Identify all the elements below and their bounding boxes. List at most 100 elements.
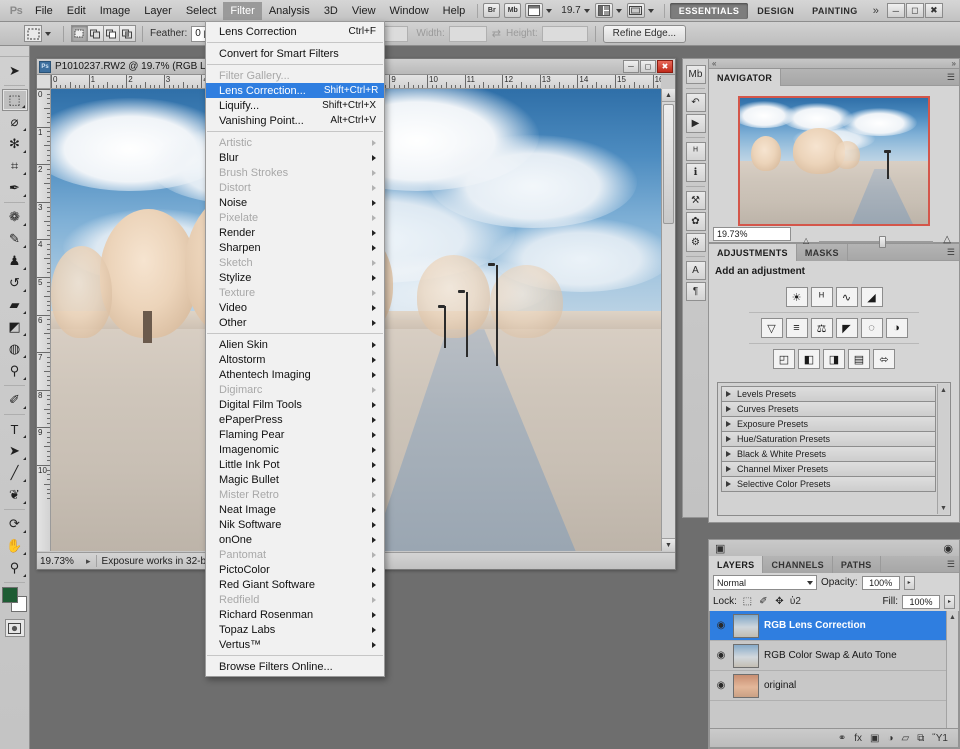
vibrance-icon[interactable]: ▽: [761, 318, 783, 338]
filter-menu-item-vertus[interactable]: Vertus™: [206, 637, 384, 652]
zoom-tool[interactable]: ⚲: [2, 557, 28, 579]
document-maximize-button[interactable]: ◻: [640, 60, 656, 73]
menu-analysis[interactable]: Analysis: [262, 2, 317, 20]
lock-image-pixels-icon[interactable]: ✐: [757, 595, 770, 608]
gradient-map-icon[interactable]: ▤: [848, 349, 870, 369]
link-layers-icon[interactable]: ⚭: [838, 733, 846, 744]
status-zoom-value[interactable]: 19.73%: [40, 556, 86, 567]
eraser-tool[interactable]: ▰: [2, 294, 28, 316]
vertical-ruler[interactable]: 012345678910: [37, 89, 51, 551]
pen-tool[interactable]: ✐: [2, 389, 28, 411]
filter-menu-item-epaperpress[interactable]: ePaperPress: [206, 412, 384, 427]
curves-icon[interactable]: ∿: [836, 287, 858, 307]
tab-channels[interactable]: CHANNELS: [763, 556, 832, 573]
disclosure-triangle-icon[interactable]: [726, 436, 731, 442]
filter-menu-item-sharpen[interactable]: Sharpen: [206, 240, 384, 255]
filter-menu-item-stylize[interactable]: Stylize: [206, 270, 384, 285]
menu-select[interactable]: Select: [179, 2, 224, 20]
filter-menu-item-blur[interactable]: Blur: [206, 150, 384, 165]
workspace-essentials[interactable]: ESSENTIALS: [670, 3, 749, 19]
path-selection-tool[interactable]: ➤: [2, 440, 28, 462]
arrange-caret-icon[interactable]: [616, 9, 622, 13]
move-tool[interactable]: ➤: [2, 60, 28, 82]
layer-thumbnail[interactable]: [733, 674, 759, 698]
layers-scroll-up[interactable]: ▲: [947, 611, 958, 623]
actions-icon[interactable]: ▶: [686, 114, 706, 133]
disclosure-triangle-icon[interactable]: [726, 451, 731, 457]
filter-menu-item-neat-image[interactable]: Neat Image: [206, 502, 384, 517]
quick-mask-button[interactable]: [5, 619, 25, 637]
presets-scroll-up[interactable]: ▲: [938, 384, 949, 396]
threshold-icon[interactable]: ◨: [823, 349, 845, 369]
blend-mode-chevron-down-icon[interactable]: [807, 581, 813, 585]
navigator-slider-thumb[interactable]: [879, 236, 886, 248]
filter-menu-item-onone[interactable]: onOne: [206, 532, 384, 547]
dock-collapse-left-icon[interactable]: «: [712, 59, 716, 68]
lock-position-icon[interactable]: ✥: [773, 595, 786, 608]
layer-row[interactable]: ◉original: [710, 671, 958, 701]
layer-visibility-eye-icon[interactable]: ◉: [714, 679, 728, 693]
posterize-icon[interactable]: ◧: [798, 349, 820, 369]
history-brush-tool[interactable]: ↺: [2, 272, 28, 294]
crop-tool[interactable]: ⌗: [2, 155, 28, 177]
filter-menu-item-pictocolor[interactable]: PictoColor: [206, 562, 384, 577]
ruler-corner[interactable]: [37, 75, 51, 89]
minimize-button[interactable]: ─: [887, 3, 905, 18]
gradient-tool[interactable]: ◩: [2, 316, 28, 338]
menu-file[interactable]: File: [28, 2, 60, 20]
scroll-up-arrow[interactable]: ▲: [662, 89, 675, 102]
filter-menu-item-imagenomic[interactable]: Imagenomic: [206, 442, 384, 457]
hue-saturation-icon[interactable]: ≡: [786, 318, 808, 338]
preset-row-black-white-presets[interactable]: Black & White Presets: [721, 446, 936, 462]
filter-menu-item-magic-bullet[interactable]: Magic Bullet: [206, 472, 384, 487]
dodge-tool[interactable]: ⚲: [2, 360, 28, 382]
layer-visibility-eye-icon[interactable]: ◉: [714, 649, 728, 663]
styles-icon[interactable]: ⚙: [686, 233, 706, 252]
menu-view[interactable]: View: [345, 2, 383, 20]
current-tool-icon[interactable]: [24, 25, 42, 42]
brightness-contrast-icon[interactable]: ☀: [786, 287, 808, 307]
layer-thumbnail[interactable]: [733, 614, 759, 638]
clone-stamp-tool[interactable]: ♟: [2, 250, 28, 272]
preset-row-levels-presets[interactable]: Levels Presets: [721, 386, 936, 402]
filter-menu-item-other[interactable]: Other: [206, 315, 384, 330]
mini-bridge-button[interactable]: Mb: [504, 3, 521, 18]
color-swatches[interactable]: [2, 587, 28, 613]
document-minimize-button[interactable]: ─: [623, 60, 639, 73]
layer-thumbnail[interactable]: [733, 644, 759, 668]
view-extras-caret-icon[interactable]: [546, 9, 552, 13]
presets-scroll-down[interactable]: ▼: [938, 502, 949, 514]
disclosure-triangle-icon[interactable]: [726, 466, 731, 472]
layers-panel-menu-icon[interactable]: ☰: [947, 559, 955, 570]
presets-scrollbar[interactable]: ▲ ▼: [937, 384, 949, 514]
screen-mode-caret-icon[interactable]: [648, 9, 654, 13]
restore-button[interactable]: ◻: [906, 3, 924, 18]
type-tool[interactable]: T: [2, 418, 28, 440]
photo-filter-icon[interactable]: ◌: [861, 318, 883, 338]
layer-visibility-eye-icon[interactable]: ◉: [714, 619, 728, 633]
filter-menu-item-topaz-labs[interactable]: Topaz Labs: [206, 622, 384, 637]
tab-navigator[interactable]: NAVIGATOR: [709, 69, 781, 86]
history-icon[interactable]: ↶: [686, 93, 706, 112]
menu-image[interactable]: Image: [93, 2, 138, 20]
tab-adjustments[interactable]: ADJUSTMENTS: [709, 244, 797, 261]
histogram-icon[interactable]: ᴴ: [686, 142, 706, 161]
paragraph-icon[interactable]: ¶: [686, 282, 706, 301]
navigator-panel-menu-icon[interactable]: ☰: [947, 72, 955, 83]
add-layer-mask-icon[interactable]: ▣: [870, 733, 879, 744]
custom-shape-tool[interactable]: ❦: [2, 484, 28, 506]
filter-menu-item-vanishing-point[interactable]: Vanishing Point...Alt+Ctrl+V: [206, 113, 384, 128]
adjustments-panel-menu-icon[interactable]: ☰: [947, 247, 955, 258]
fill-input[interactable]: 100%: [902, 595, 940, 609]
black-white-icon[interactable]: ◤: [836, 318, 858, 338]
workspace-painting[interactable]: PAINTING: [803, 3, 867, 19]
preset-row-selective-color-presets[interactable]: Selective Color Presets: [721, 476, 936, 492]
workspace-design[interactable]: DESIGN: [748, 3, 803, 19]
navigator-zoom-input[interactable]: 19.73%: [713, 227, 791, 241]
tool-preset-caret-icon[interactable]: [45, 32, 51, 36]
new-group-icon[interactable]: ▱: [902, 733, 910, 744]
quick-selection-tool[interactable]: ✻: [2, 133, 28, 155]
filter-menu-item-render[interactable]: Render: [206, 225, 384, 240]
filter-menu-item-little-ink-pot[interactable]: Little Ink Pot: [206, 457, 384, 472]
filter-menu-item-altostorm[interactable]: Altostorm: [206, 352, 384, 367]
